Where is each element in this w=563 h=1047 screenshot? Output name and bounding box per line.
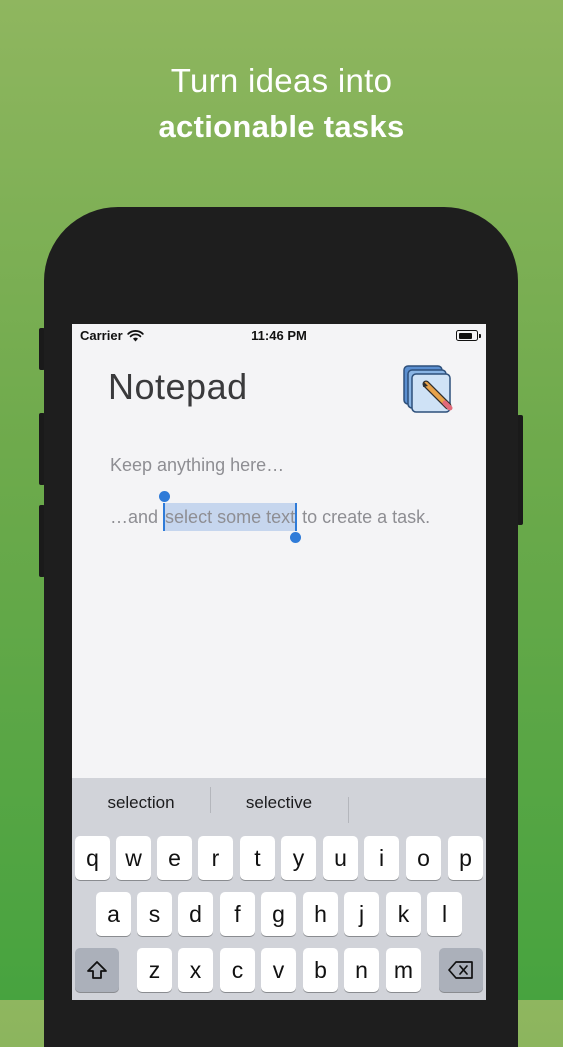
suggestion-item[interactable]: selective <box>210 787 348 813</box>
key-u[interactable]: u <box>323 836 358 880</box>
selection-end-handle[interactable] <box>290 532 302 543</box>
page-title: Notepad <box>108 366 248 407</box>
key-f[interactable]: f <box>220 892 255 936</box>
key-j[interactable]: j <box>344 892 379 936</box>
key-k[interactable]: k <box>386 892 421 936</box>
headline-line-1: Turn ideas into <box>170 62 393 99</box>
key-d[interactable]: d <box>178 892 213 936</box>
selected-text: select some text <box>165 507 296 527</box>
key-p[interactable]: p <box>448 836 483 880</box>
suggestion-item[interactable]: selection <box>72 793 210 813</box>
phone-screen: Carrier 11:46 PM Notepad Keep anything h… <box>72 324 486 1000</box>
keyboard-row-2: a s d f g h j k l <box>72 892 486 938</box>
key-t[interactable]: t <box>240 836 275 880</box>
delete-key[interactable] <box>439 948 483 992</box>
key-v[interactable]: v <box>261 948 296 992</box>
marketing-headline: Turn ideas into actionable tasks <box>0 58 563 150</box>
key-h[interactable]: h <box>303 892 338 936</box>
key-a[interactable]: a <box>96 892 131 936</box>
battery-icon <box>456 330 481 341</box>
note-text-after: to create a task. <box>297 507 431 527</box>
key-q[interactable]: q <box>75 836 110 880</box>
key-b[interactable]: b <box>303 948 338 992</box>
key-g[interactable]: g <box>261 892 296 936</box>
text-selection[interactable]: select some text <box>159 491 302 543</box>
keyboard-row-1: q w e r t y u i o p <box>72 836 486 882</box>
key-y[interactable]: y <box>281 836 316 880</box>
key-x[interactable]: x <box>178 948 213 992</box>
note-text-line-2[interactable]: …and select some text to create a task. <box>110 491 431 543</box>
key-n[interactable]: n <box>344 948 379 992</box>
notes-stack-pencil-icon[interactable] <box>402 362 458 418</box>
key-w[interactable]: w <box>116 836 151 880</box>
headline-line-2: actionable tasks <box>158 109 405 144</box>
key-m[interactable]: m <box>386 948 421 992</box>
key-i[interactable]: i <box>364 836 399 880</box>
key-e[interactable]: e <box>157 836 192 880</box>
selection-start-handle[interactable] <box>159 491 171 502</box>
shift-arrow-icon <box>87 961 107 979</box>
key-c[interactable]: c <box>220 948 255 992</box>
key-s[interactable]: s <box>137 892 172 936</box>
keyboard-suggestion-bar: selection selective <box>72 778 486 828</box>
shift-key[interactable] <box>75 948 119 992</box>
key-z[interactable]: z <box>137 948 172 992</box>
status-time: 11:46 PM <box>251 328 307 343</box>
note-text-line-1[interactable]: Keep anything here… <box>110 455 284 476</box>
keyboard-row-3: z x c v b n m <box>72 948 486 994</box>
key-r[interactable]: r <box>198 836 233 880</box>
note-text-before: …and <box>110 507 164 527</box>
status-bar: Carrier 11:46 PM <box>72 324 486 346</box>
backspace-icon <box>448 961 473 979</box>
key-o[interactable]: o <box>406 836 441 880</box>
key-l[interactable]: l <box>427 892 462 936</box>
keyboard: q w e r t y u i o p a s d f g h j k l z … <box>72 828 486 1000</box>
